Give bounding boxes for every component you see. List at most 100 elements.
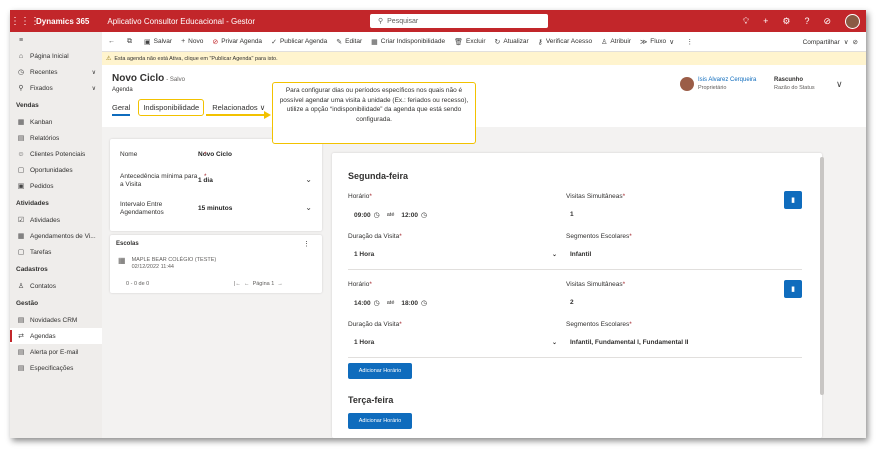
nav-item-recent[interactable]: ◷ Recentes ∨: [10, 64, 102, 80]
prev-page-icon[interactable]: ←: [244, 281, 250, 287]
delete-button[interactable]: 🗑︎ Excluir: [454, 38, 485, 46]
delete-slot-button[interactable]: ▮: [784, 280, 802, 298]
nav-label: Relatórios: [30, 134, 60, 142]
save-button[interactable]: ▣ Salvar: [144, 38, 172, 46]
assistant-icon[interactable]: ⊘: [823, 16, 831, 27]
app-name[interactable]: Aplicativo Consultor Educacional - Gesto…: [107, 17, 255, 26]
news-icon: ▤: [17, 317, 25, 324]
add-time-button[interactable]: Adicionar Horário: [348, 363, 412, 379]
plus-icon[interactable]: +: [763, 16, 768, 26]
duration-value[interactable]: 1 Hora: [354, 251, 374, 258]
nav-item-crm-news[interactable]: ▤ Novidades CRM: [10, 312, 102, 328]
search-icon: ⚲: [378, 18, 384, 25]
nav-item-activities[interactable]: ☑ Atividades: [10, 212, 102, 228]
nav-item-visit-schedules[interactable]: ▦ Agendamentos de Vi...: [10, 228, 102, 244]
add-time-button[interactable]: Adicionar Horário: [348, 413, 412, 429]
help-icon[interactable]: ?: [804, 16, 809, 26]
nav-toggle[interactable]: ≡: [10, 32, 102, 48]
open-new-window-button[interactable]: ⧉: [127, 38, 135, 46]
refresh-button[interactable]: ↻ Atualizar: [495, 38, 529, 46]
nav-item-leads[interactable]: ☺ Clientes Potenciais: [10, 146, 102, 162]
block-icon: ⊘: [212, 38, 219, 46]
clock-icon[interactable]: ◷: [421, 299, 427, 307]
first-page-icon[interactable]: |←: [234, 281, 241, 287]
interval-label: Intervalo Entre Agendamentos: [120, 201, 164, 216]
home-icon: ⌂: [18, 52, 24, 60]
nav-item-pinned[interactable]: ⚲ Fixados ∨: [10, 80, 102, 96]
clock-icon[interactable]: ◷: [374, 299, 380, 307]
interval-value[interactable]: 15 minutos: [198, 205, 232, 217]
nav-item-schedules[interactable]: ⇄ Agendas: [10, 328, 102, 344]
duration-label: Duração da Visita*: [348, 233, 402, 240]
tab-unavailability[interactable]: Indisponibilidade: [138, 99, 205, 116]
school-name[interactable]: MAPLE BEAR COLÉGIO (TESTE): [132, 257, 217, 264]
edit-label: Editar: [345, 38, 363, 45]
chevron-down-icon: ∨: [836, 79, 843, 89]
app-launcher-icon[interactable]: ⋮⋮⋮: [10, 16, 40, 27]
nav-item-kanban[interactable]: ▦ Kanban: [10, 114, 102, 130]
nav-item-orders[interactable]: ▣ Pedidos: [10, 178, 102, 194]
duration-value[interactable]: 1 Hora: [354, 339, 374, 346]
required-marker: *: [629, 233, 632, 240]
share-button[interactable]: Compartilhar ∨ ⊘: [803, 32, 858, 52]
popout-icon: ⧉: [127, 37, 132, 45]
chevron-down-icon: ∨: [91, 69, 96, 76]
time-range: 09:00 ◷ até 12:00 ◷: [354, 211, 427, 220]
trash-icon: 🗑︎: [454, 38, 463, 46]
chevron-down-icon[interactable]: ⌄: [552, 339, 557, 346]
brand-label[interactable]: Dynamics 365: [36, 17, 89, 26]
publish-schedule-button[interactable]: ✓ Publicar Agenda: [271, 38, 327, 46]
chevron-down-icon[interactable]: ⌄: [305, 175, 312, 184]
edit-button[interactable]: ✎ Editar: [336, 38, 362, 46]
delete-slot-button[interactable]: ▮: [784, 191, 802, 209]
status-value: Rascunho: [774, 77, 804, 83]
end-time[interactable]: 12:00: [401, 212, 418, 219]
gear-icon[interactable]: ⚙: [782, 16, 790, 27]
private-schedule-button[interactable]: ⊘ Privar Agenda: [212, 38, 262, 46]
more-commands-button[interactable]: ⋮: [686, 38, 696, 46]
start-time[interactable]: 09:00: [354, 212, 371, 219]
segments-label: Segmentos Escolares*: [566, 321, 632, 328]
nav-item-reports[interactable]: ▤ Relatórios: [10, 130, 102, 146]
nav-item-contacts[interactable]: ♙ Contatos: [10, 278, 102, 294]
list-item[interactable]: ▦ MAPLE BEAR COLÉGIO (TESTE) 02/12/2022 …: [118, 257, 216, 271]
record-icon: ▦: [118, 256, 126, 265]
simultaneous-value[interactable]: 1: [570, 211, 574, 218]
nav-item-tasks[interactable]: ▢ Tarefas: [10, 244, 102, 260]
nav-item-specifications[interactable]: ▤ Especificações: [10, 360, 102, 376]
create-unavailability-button[interactable]: ▦ Criar Indisponibilidade: [371, 38, 445, 46]
required-marker: *: [204, 173, 207, 180]
new-button[interactable]: + Novo: [181, 38, 203, 45]
nav-item-opportunities[interactable]: ▢ Oportunidades: [10, 162, 102, 178]
flow-button[interactable]: ≫ Fluxo ∨: [640, 38, 677, 46]
user-avatar[interactable]: [845, 13, 860, 29]
pager: 0 - 0 de 0 |← ← Página 1 →: [126, 281, 306, 287]
owner-field[interactable]: Isis Alvarez Cerqueira Proprietário: [680, 77, 756, 91]
next-page-icon[interactable]: →: [277, 281, 283, 287]
more-icon[interactable]: ⋮: [303, 240, 310, 248]
simultaneous-value[interactable]: 2: [570, 299, 574, 306]
plus-icon: +: [181, 38, 186, 45]
assign-label: Atribuir: [610, 38, 631, 45]
clock-icon[interactable]: ◷: [421, 211, 427, 219]
chevron-down-icon[interactable]: ⌄: [552, 251, 557, 258]
start-time[interactable]: 14:00: [354, 300, 371, 307]
check-access-button[interactable]: ⚷ Verificar Acesso: [538, 38, 592, 46]
time-label: Horário*: [348, 193, 372, 200]
segments-value[interactable]: Infantil: [570, 251, 591, 258]
assign-button[interactable]: ♙ Atribuir: [601, 38, 631, 46]
owner-name[interactable]: Isis Alvarez Cerqueira: [698, 77, 756, 83]
tab-general[interactable]: Geral: [112, 103, 131, 116]
back-button[interactable]: ←: [108, 38, 118, 45]
nav-item-home[interactable]: ⌂ Página Inicial: [10, 48, 102, 64]
chevron-down-icon[interactable]: ⌄: [305, 203, 312, 212]
nav-item-email-alert[interactable]: ▤ Alerta por E-mail: [10, 344, 102, 360]
segments-value[interactable]: Infantil, Fundamental I, Fundamental II: [570, 339, 688, 346]
expand-header-button[interactable]: ∨: [836, 79, 843, 90]
search-input[interactable]: ⚲ Pesquisar: [370, 14, 548, 28]
clock-icon[interactable]: ◷: [374, 211, 380, 219]
end-time[interactable]: 18:00: [401, 300, 418, 307]
people-icon: ☺: [17, 150, 25, 158]
scrollbar[interactable]: [820, 157, 824, 395]
lightbulb-icon[interactable]: 💡︎: [743, 16, 749, 27]
